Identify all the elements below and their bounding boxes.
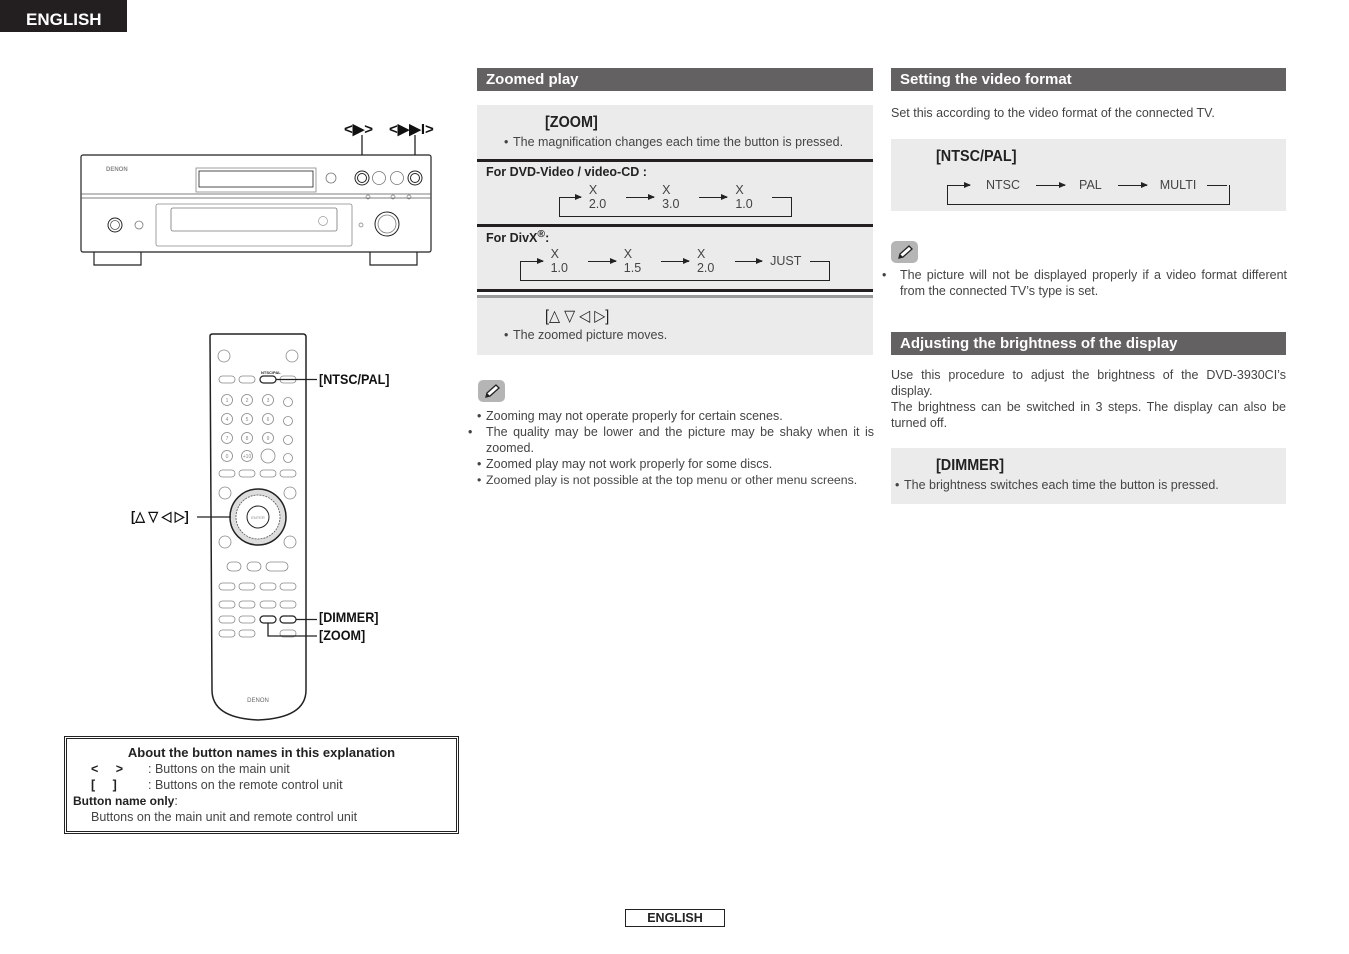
- svg-text:ENTER: ENTER: [251, 515, 265, 520]
- video-format-note: • The picture will not be displayed prope…: [882, 267, 1287, 299]
- legend-text: : Buttons on the main unit: [148, 762, 290, 776]
- note-text: Zoomed play may not work properly for so…: [486, 457, 773, 471]
- video-format-cycle: NTSC PAL MULTI: [947, 177, 1230, 205]
- registered-mark: ®: [537, 229, 546, 240]
- cycle-step: X 1.0: [735, 183, 753, 211]
- bullet: •: [882, 268, 887, 282]
- remote-logo: DENON: [247, 698, 269, 704]
- cycle-step: X 1.0: [550, 247, 568, 275]
- legend-colon: :: [174, 794, 178, 808]
- zoom-callout: [ZOOM]: [319, 627, 366, 643]
- dimmer-button-title: [DIMMER]: [936, 457, 1004, 474]
- divider: [477, 224, 873, 227]
- note-text: The quality may be lower and the picture…: [486, 425, 874, 455]
- note-text: Zoomed play is not possible at the top m…: [486, 473, 858, 487]
- svg-text:9: 9: [267, 436, 270, 442]
- dvd-magnification-cycle: X 2.0 X 3.0 X 1.0: [559, 183, 793, 217]
- svg-text:7: 7: [226, 436, 229, 442]
- main-unit-illustration: DENON: [80, 135, 432, 266]
- svg-text:6: 6: [267, 417, 270, 423]
- cycle-step: JUST: [770, 254, 802, 268]
- svg-text:5: 5: [246, 417, 249, 423]
- divx-label: For DivX®:: [486, 229, 549, 245]
- cycle-step: NTSC: [986, 178, 1021, 192]
- svg-text:4: 4: [226, 417, 229, 423]
- legend-symbol: < >: [91, 762, 124, 776]
- divider: [477, 159, 873, 162]
- note-text: Zooming may not operate properly for cer…: [486, 409, 783, 423]
- bullet: •: [504, 328, 509, 342]
- ntsc-pal-callout: [NTSC/PAL]: [319, 371, 390, 387]
- cycle-step: MULTI: [1159, 178, 1197, 192]
- cycle-step: X 1.5: [623, 247, 642, 275]
- footer-language-tag: ENGLISH: [625, 909, 725, 927]
- svg-text:2: 2: [246, 398, 249, 404]
- legend-row: < > : Buttons on the main unit: [73, 761, 450, 777]
- cycle-step: X 3.0: [662, 183, 680, 211]
- ntsc-pal-button-title: [NTSC/PAL]: [936, 148, 1017, 165]
- note-pencil-icon: [478, 380, 505, 402]
- legend-row: [ ] : Buttons on the remote control unit: [73, 777, 450, 793]
- dimmer-callout: [DIMMER]: [319, 609, 379, 625]
- divider: [477, 289, 873, 292]
- main-unit-body: [80, 154, 432, 253]
- dimmer-desc-text: The brightness switches each time the bu…: [904, 478, 1219, 492]
- zoom-button-title: [ZOOM]: [545, 114, 598, 131]
- bullet: •: [477, 473, 482, 487]
- divx-magnification-cycle: X 1.0 X 1.5 X 2.0 JUST: [520, 247, 830, 281]
- video-format-intro: Set this according to the video format o…: [891, 106, 1215, 120]
- zoomed-play-header: Zoomed play: [477, 68, 873, 91]
- main-unit-foot: [93, 252, 142, 266]
- svg-text:1: 1: [226, 398, 229, 404]
- video-format-header: Setting the video format: [891, 68, 1286, 91]
- bullet: •: [477, 409, 482, 423]
- button-names-legend: About the button names in this explanati…: [64, 736, 459, 834]
- legend-symbol: [ ]: [91, 778, 117, 792]
- bullet: •: [895, 478, 900, 492]
- svg-text:NTSC/PAL: NTSC/PAL: [261, 370, 281, 375]
- bullet: •: [477, 457, 482, 471]
- cycle-step: X 2.0: [588, 183, 607, 211]
- cycle-step: PAL: [1079, 178, 1102, 192]
- divx-label-text: For DivX: [486, 231, 538, 246]
- cursor-button-title: [△ ▽ ◁ ▷]: [545, 308, 610, 325]
- legend-text: : Buttons on the remote control unit: [148, 778, 343, 792]
- note-item: • The quality may be lower and the pictur…: [468, 424, 874, 456]
- bullet: •: [504, 135, 509, 149]
- note-item: • Zoomed play may not work properly for s…: [477, 456, 874, 472]
- brightness-intro-1: Use this procedure to adjust the brightn…: [891, 368, 1286, 398]
- svg-text:+10: +10: [243, 454, 252, 460]
- main-unit-foot: [369, 252, 418, 266]
- legend-name-only-text: Buttons on the main unit and remote cont…: [91, 810, 358, 824]
- remote-control-illustration: NTSC/PAL 1 2 3 4 5 6 7 8 9 0 +10 ENTER DENON: [197, 333, 317, 721]
- cursor-buttons-callout: [△ ▽ ◁ ▷]: [131, 508, 189, 524]
- svg-text:3: 3: [267, 398, 270, 404]
- divx-colon: :: [545, 231, 550, 246]
- zoom-desc-text: The magnification changes each time the …: [513, 135, 844, 149]
- cursor-button-desc: • The zoomed picture moves.: [504, 327, 667, 343]
- zoom-notes-list: • Zooming may not operate properly for ce…: [468, 408, 874, 488]
- language-tab: ENGLISH: [0, 0, 127, 32]
- bullet: •: [468, 425, 473, 439]
- cursor-desc-text: The zoomed picture moves.: [513, 328, 668, 342]
- note-text: The picture will not be displayed proper…: [900, 268, 1287, 298]
- main-unit-logo: DENON: [106, 167, 128, 173]
- note-item: • Zooming may not operate properly for ce…: [477, 408, 874, 424]
- dvd-label: For DVD-Video / video-CD :: [486, 165, 647, 179]
- cycle-step: X 2.0: [696, 247, 715, 275]
- zoom-button-desc: • The magnification changes each time the…: [504, 134, 843, 150]
- brightness-intro-2: The brightness can be switched in 3 step…: [891, 400, 1286, 430]
- legend-title: About the button names in this explanati…: [127, 745, 396, 760]
- svg-text:0: 0: [226, 454, 229, 460]
- note-pencil-icon: [891, 241, 918, 263]
- legend-name-only: Button name only :: [73, 793, 450, 809]
- dimmer-desc: • The brightness switches each time the b…: [895, 477, 1219, 493]
- legend-name-only-label: Button name only: [73, 794, 175, 808]
- svg-text:8: 8: [246, 436, 249, 442]
- brightness-header: Adjusting the brightness of the display: [891, 332, 1286, 355]
- note-item: • Zoomed play is not possible at the top …: [477, 472, 874, 488]
